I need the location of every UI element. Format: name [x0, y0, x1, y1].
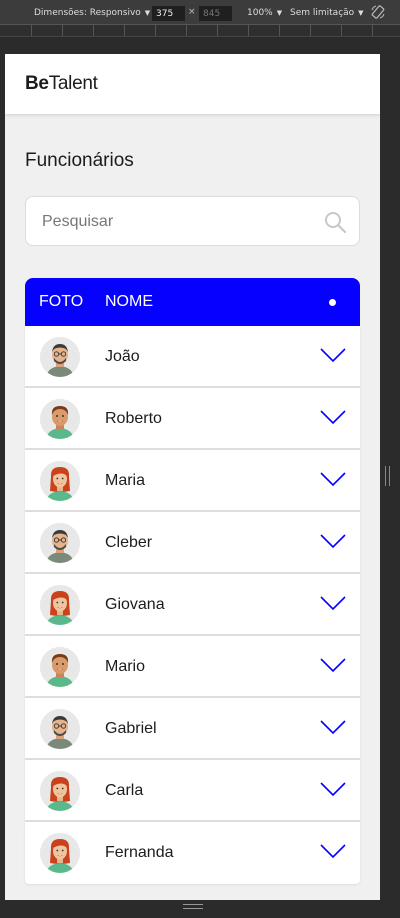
search-input[interactable] — [42, 209, 312, 235]
column-header-foto: FOTO — [39, 293, 84, 310]
resize-handle-bottom[interactable] — [0, 898, 400, 918]
employees-table: FOTO NOME João Roberto Maria Cleber Giov… — [25, 278, 360, 884]
employee-name: João — [105, 348, 140, 365]
column-header-nome: NOME — [105, 293, 153, 310]
width-input[interactable]: 375 — [152, 6, 185, 21]
avatar — [40, 523, 80, 563]
employee-name: Maria — [105, 472, 146, 489]
app-header: BeTalent — [5, 54, 380, 114]
search-icon[interactable] — [323, 210, 347, 234]
app-viewport: BeTalent Funcionários FOTO NOME João Rob… — [5, 54, 380, 900]
employee-name: Mario — [105, 658, 146, 675]
zoom-label: 100% — [247, 8, 273, 18]
table-row[interactable]: Maria — [25, 450, 360, 512]
table-body: João Roberto Maria Cleber Giovana Mario — [25, 326, 360, 884]
logo-bold: Be — [25, 73, 49, 94]
dimensions-label: Dimensões: Responsivo — [34, 8, 141, 18]
logo[interactable]: BeTalent — [25, 73, 98, 95]
avatar — [40, 709, 80, 749]
table-row[interactable]: Roberto — [25, 388, 360, 450]
avatar — [40, 647, 80, 687]
employee-name: Gabriel — [105, 720, 157, 737]
chevron-down-icon: ▼ — [276, 9, 283, 17]
times-symbol: × — [188, 7, 196, 17]
table-row[interactable]: Cleber — [25, 512, 360, 574]
employee-name: Giovana — [105, 596, 165, 613]
dimensions-dropdown[interactable]: Dimensões: Responsivo ▼ — [34, 8, 150, 18]
page-title: Funcionários — [25, 150, 134, 171]
avatar — [40, 337, 80, 377]
search-box[interactable] — [25, 196, 360, 246]
chevron-down-icon[interactable] — [320, 409, 346, 425]
chevron-down-icon: ▼ — [144, 9, 151, 17]
chevron-down-icon[interactable] — [320, 471, 346, 487]
avatar — [40, 771, 80, 811]
table-row[interactable]: Mario — [25, 636, 360, 698]
chevron-down-icon[interactable] — [320, 781, 346, 797]
devtools-toolbar: Dimensões: Responsivo ▼ 375 × 845 100% ▼ S… — [0, 0, 400, 25]
resize-handle-right[interactable] — [385, 466, 390, 486]
employee-name: Cleber — [105, 534, 153, 551]
avatar — [40, 461, 80, 501]
table-row[interactable]: Gabriel — [25, 698, 360, 760]
chevron-down-icon[interactable] — [320, 595, 346, 611]
table-row[interactable]: Fernanda — [25, 822, 360, 884]
chevron-down-icon: ▼ — [358, 9, 364, 17]
chevron-down-icon[interactable] — [320, 843, 346, 859]
avatar — [40, 399, 80, 439]
employee-name: Roberto — [105, 410, 162, 427]
employee-name: Fernanda — [105, 844, 174, 861]
table-row[interactable]: Giovana — [25, 574, 360, 636]
table-header: FOTO NOME — [25, 278, 360, 326]
logo-regular: Talent — [48, 73, 98, 94]
grip-icon — [183, 904, 203, 909]
throttle-label: Sem limitação — [290, 8, 355, 18]
avatar — [40, 585, 80, 625]
chevron-down-icon[interactable] — [320, 719, 346, 735]
rotate-icon[interactable] — [371, 5, 385, 19]
chevron-down-icon[interactable] — [320, 347, 346, 363]
employee-name: Carla — [105, 782, 144, 799]
zoom-dropdown[interactable]: 100% ▼ — [247, 8, 282, 18]
table-row[interactable]: Carla — [25, 760, 360, 822]
chevron-down-icon[interactable] — [320, 657, 346, 673]
avatar — [40, 833, 80, 873]
chevron-down-icon[interactable] — [320, 533, 346, 549]
height-input[interactable]: 845 — [199, 6, 232, 21]
throttle-dropdown[interactable]: Sem limitação ▼ — [290, 8, 364, 18]
table-row[interactable]: João — [25, 326, 360, 388]
ruler — [0, 25, 400, 37]
dot-icon — [329, 299, 336, 306]
